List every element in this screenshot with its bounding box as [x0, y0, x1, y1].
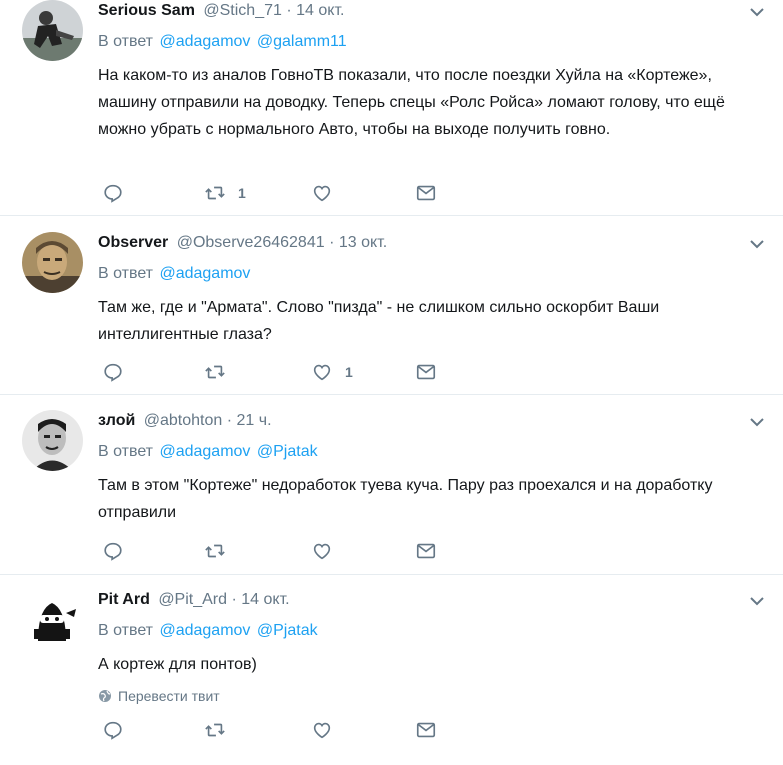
- avatar[interactable]: [22, 232, 83, 293]
- like-button[interactable]: [311, 540, 345, 562]
- avatar[interactable]: [22, 410, 83, 471]
- translate-tweet-link[interactable]: Перевести твит: [98, 688, 769, 704]
- tweet-text: Там же, где и "Армата". Слово "пизда" - …: [98, 299, 660, 343]
- like-button[interactable]: 1: [311, 361, 353, 383]
- user-name[interactable]: Observer: [98, 234, 168, 251]
- separator-dot: ·: [226, 412, 233, 429]
- heart-icon: [313, 185, 331, 202]
- chevron-down-icon[interactable]: [747, 412, 767, 432]
- user-handle[interactable]: @Stich_71: [203, 2, 282, 19]
- reply-prefix: В ответ: [98, 443, 154, 460]
- separator-dot: ·: [329, 234, 335, 251]
- tweet-text: А кортеж для понтов): [98, 656, 257, 673]
- like-button[interactable]: [311, 182, 345, 204]
- mention-link[interactable]: @adagamov: [159, 33, 250, 50]
- user-name[interactable]: Serious Sam: [98, 2, 195, 19]
- tweet-header: Serious Sam @Stich_71 · 14 окт.: [98, 0, 769, 22]
- tweet-text: Там в этом "Кортеже" недоработок туева к…: [98, 477, 713, 521]
- user-name[interactable]: Pit Ard: [98, 591, 150, 608]
- reply-icon: [104, 721, 122, 740]
- user-name[interactable]: злой: [98, 412, 135, 429]
- tweet-header: Pit Ard @Pit_Ard · 14 окт.: [98, 589, 769, 611]
- reply-context: В ответ @adagamov @galamm11: [98, 32, 769, 52]
- reply-icon: [104, 184, 122, 203]
- chevron-down-icon[interactable]: [747, 591, 767, 611]
- user-handle[interactable]: @abtohton: [144, 412, 223, 429]
- retweet-button[interactable]: [204, 719, 238, 741]
- reply-prefix: В ответ: [98, 622, 154, 639]
- timestamp[interactable]: 13 окт.: [339, 234, 387, 251]
- globe-icon: [99, 690, 111, 702]
- timestamp[interactable]: 21 ч.: [237, 412, 272, 429]
- avatar[interactable]: [22, 589, 83, 650]
- heart-icon: [313, 543, 331, 560]
- retweet-button[interactable]: 1: [204, 182, 246, 204]
- retweet-icon: [205, 365, 225, 379]
- direct-message-button[interactable]: [415, 540, 437, 562]
- retweet-count: 1: [238, 185, 246, 201]
- reply-icon: [104, 542, 122, 561]
- tweet[interactable]: Pit Ard @Pit_Ard · 14 окт. В ответ @adag…: [0, 575, 783, 765]
- user-handle[interactable]: @Pit_Ard: [158, 591, 227, 608]
- reply-prefix: В ответ: [98, 265, 154, 282]
- retweet-icon: [205, 544, 225, 558]
- mention-link[interactable]: @adagamov: [159, 443, 250, 460]
- retweet-icon: [205, 723, 225, 737]
- mention-link[interactable]: @adagamov: [159, 265, 250, 282]
- envelope-icon: [416, 543, 436, 559]
- tweet-header: злой @abtohton · 21 ч.: [98, 410, 769, 432]
- like-button[interactable]: [311, 719, 345, 741]
- tweet[interactable]: Serious Sam @Stich_71 · 14 окт. В ответ …: [0, 0, 783, 216]
- retweet-button[interactable]: [204, 361, 238, 383]
- direct-message-button[interactable]: [415, 361, 437, 383]
- envelope-icon: [416, 185, 436, 201]
- tweet[interactable]: Observer @Observe26462841 · 13 окт. В от…: [0, 216, 783, 395]
- retweet-button[interactable]: [204, 540, 238, 562]
- separator-dot: ·: [231, 591, 237, 608]
- like-count: 1: [345, 364, 353, 380]
- tweet[interactable]: злой @abtohton · 21 ч. В ответ @adagamov…: [0, 395, 783, 575]
- reply-context: В ответ @adagamov @Pjatak: [98, 442, 769, 462]
- reply-button[interactable]: [102, 719, 124, 741]
- chevron-down-icon[interactable]: [747, 234, 767, 254]
- chevron-down-icon[interactable]: [747, 2, 767, 22]
- reply-context: В ответ @adagamov: [98, 264, 769, 284]
- envelope-icon: [416, 722, 436, 738]
- separator-dot: ·: [286, 2, 292, 19]
- mention-link[interactable]: @adagamov: [159, 622, 250, 639]
- retweet-icon: [205, 186, 225, 200]
- reply-button[interactable]: [102, 540, 124, 562]
- avatar[interactable]: [22, 0, 83, 61]
- direct-message-button[interactable]: [415, 182, 437, 204]
- reply-button[interactable]: [102, 361, 124, 383]
- tweet-text: На каком-то из аналов ГовноТВ показали, …: [98, 67, 725, 138]
- direct-message-button[interactable]: [415, 719, 437, 741]
- heart-icon: [313, 364, 331, 381]
- reply-icon: [104, 363, 122, 382]
- mention-link[interactable]: @Pjatak: [257, 443, 318, 460]
- reply-context: В ответ @adagamov @Pjatak: [98, 621, 769, 641]
- mention-link[interactable]: @galamm11: [257, 33, 347, 50]
- timestamp[interactable]: 14 окт.: [241, 591, 289, 608]
- tweet-header: Observer @Observe26462841 · 13 окт.: [98, 232, 769, 254]
- reply-button[interactable]: [102, 182, 124, 204]
- reply-prefix: В ответ: [98, 33, 154, 50]
- translate-label[interactable]: Перевести твит: [118, 688, 220, 704]
- user-handle[interactable]: @Observe26462841: [177, 234, 325, 251]
- mention-link[interactable]: @Pjatak: [257, 622, 318, 639]
- envelope-icon: [416, 364, 436, 380]
- heart-icon: [313, 722, 331, 739]
- timestamp[interactable]: 14 окт.: [296, 2, 344, 19]
